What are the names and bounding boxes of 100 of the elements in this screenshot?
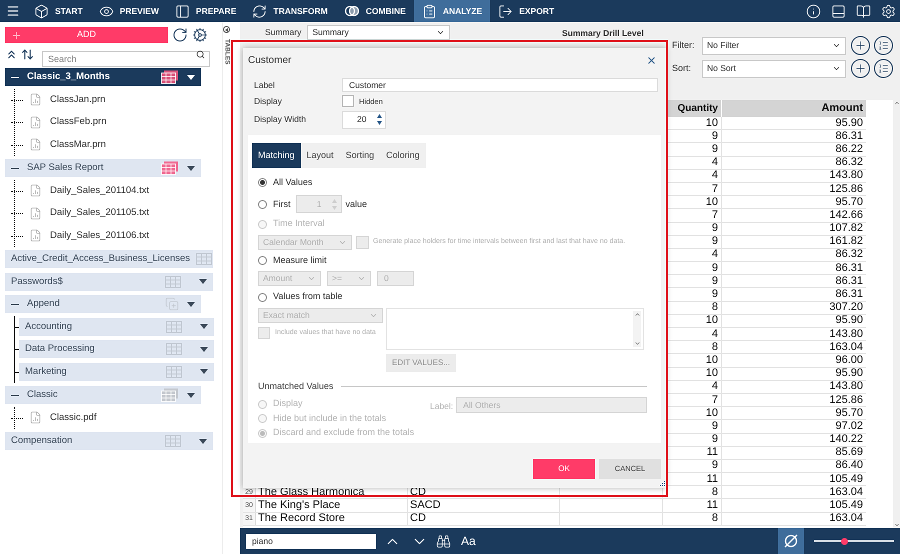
search-field[interactable]: Search <box>42 51 210 67</box>
dropdown-caret-icon[interactable] <box>200 346 208 352</box>
refresh-icon[interactable] <box>172 27 188 43</box>
table-grid-icon <box>196 253 212 266</box>
info-panel-icon[interactable] <box>806 4 821 18</box>
table-grid-icon <box>165 435 181 448</box>
table-item[interactable]: Active_Credit_Access_Business_Licenses <box>5 250 213 268</box>
scrollbar[interactable] <box>633 310 641 347</box>
file-item[interactable]: ClassMar.prn <box>50 138 106 152</box>
table-grid-icon <box>166 366 182 378</box>
table-cell: 8 <box>712 302 718 314</box>
tab[interactable]: Coloring <box>380 142 426 168</box>
table-item[interactable]: Accounting <box>19 318 214 336</box>
settings-icon[interactable] <box>881 4 896 18</box>
close-icon[interactable] <box>646 54 657 66</box>
table-cell: 163.04 <box>829 342 863 353</box>
chevron-down-icon <box>436 28 446 37</box>
dropdown-caret-icon[interactable] <box>187 392 195 398</box>
scroll-down-icon <box>634 340 640 347</box>
table-cell: 107.82 <box>829 223 863 234</box>
file-item[interactable]: ClassFeb.prn <box>50 115 106 130</box>
chevron-down-icon <box>832 64 841 73</box>
table-group-item[interactable]: SAP Sales Report <box>5 159 201 178</box>
radio-button[interactable] <box>258 292 267 302</box>
dropdown-caret-icon[interactable] <box>199 438 207 444</box>
collapse-panel-icon[interactable] <box>223 26 230 33</box>
nav-tab[interactable]: ANALYZE <box>414 0 490 22</box>
nav-tab[interactable]: EXPORT <box>490 0 562 22</box>
table-item[interactable]: Data Processing <box>19 340 214 358</box>
number-spinner[interactable]: 20 <box>342 110 386 129</box>
window-icon[interactable] <box>831 4 846 18</box>
table-cell: 4 <box>712 170 718 182</box>
tab[interactable]: Layout <box>300 142 340 168</box>
file-icon <box>29 137 42 152</box>
column-header[interactable]: Amount <box>722 100 866 117</box>
book-icon[interactable] <box>856 4 871 18</box>
binoculars-icon[interactable] <box>436 534 451 548</box>
summary-label: Summary <box>265 26 302 39</box>
table-item[interactable]: Marketing <box>19 362 214 381</box>
cube-icon <box>34 4 49 18</box>
nav-tab[interactable]: PREVIEW <box>90 0 167 22</box>
nav-tab[interactable]: TRANSFORM <box>244 0 336 22</box>
tab[interactable]: Sorting <box>340 142 380 168</box>
table-cell: 95.90 <box>835 315 863 326</box>
null-toggle[interactable] <box>778 528 804 554</box>
radio-button[interactable] <box>258 178 267 187</box>
table-cell: 11 <box>706 500 718 512</box>
table-group-item[interactable]: Classic_3_Months <box>5 68 201 86</box>
sort-select[interactable]: No Sort <box>702 60 846 78</box>
radio-button[interactable] <box>258 256 267 265</box>
table-cell: 163.04 <box>829 513 863 524</box>
resize-grip-icon[interactable] <box>659 481 665 487</box>
table-grid-icon <box>166 320 182 333</box>
empty-set-icon <box>783 533 799 549</box>
summary-select[interactable]: Summary <box>307 25 450 40</box>
nav-tab[interactable]: PREPARE <box>166 0 244 22</box>
table-cell: 161.82 <box>829 236 863 248</box>
table-group-item[interactable]: Append <box>5 295 201 314</box>
dropdown-caret-icon[interactable] <box>199 279 207 284</box>
table-cell: 125.86 <box>829 184 863 195</box>
slider-thumb[interactable] <box>840 538 848 544</box>
nav-tab[interactable]: COMBINE <box>336 0 414 22</box>
table-cell: 8 <box>712 486 718 498</box>
dropdown-caret-icon[interactable] <box>187 166 195 171</box>
dropdown-caret-icon[interactable] <box>187 302 195 307</box>
vertical-scrollbar[interactable] <box>893 100 900 528</box>
table-cell: 105.49 <box>829 500 863 512</box>
match-case-button[interactable]: Aa <box>461 532 476 550</box>
file-item[interactable]: Daily_Sales_201106.txt <box>50 228 150 243</box>
file-item[interactable]: ClassJan.prn <box>50 92 106 107</box>
label-input-field[interactable]: Customer <box>342 78 658 92</box>
tab[interactable]: Matching <box>252 142 301 168</box>
file-item[interactable]: Daily_Sales_201104.txt <box>50 184 150 198</box>
section-title: Unmatched Values <box>258 380 334 393</box>
table-cell: 140.22 <box>829 434 863 446</box>
chevron-down-icon <box>832 41 841 50</box>
dropdown-caret-icon[interactable] <box>200 369 208 374</box>
table-item[interactable]: Passwords$ <box>5 272 213 291</box>
checkbox[interactable] <box>342 95 354 108</box>
dropdown-caret-icon[interactable] <box>200 324 208 330</box>
table-cell: 9 <box>712 276 718 287</box>
table-cell: 95.70 <box>835 196 863 208</box>
nav-tab[interactable]: START <box>26 0 91 22</box>
radio-button[interactable] <box>258 200 267 209</box>
table-cell: 95.90 <box>835 368 863 380</box>
dropdown-caret-icon[interactable] <box>187 74 195 80</box>
sort-icon[interactable] <box>21 48 34 60</box>
menu-icon[interactable] <box>6 4 20 18</box>
filter-select[interactable]: No Filter <box>702 36 846 54</box>
find-input-field[interactable]: piano <box>246 534 376 548</box>
table-cell: 142.66 <box>829 210 863 221</box>
checkbox[interactable] <box>258 326 270 339</box>
file-item[interactable]: Classic.pdf <box>50 410 96 425</box>
table-cell: 86.31 <box>835 276 863 287</box>
table-group-item[interactable]: Classic <box>5 386 201 404</box>
radio-label: Hide but include in the totals <box>273 412 386 425</box>
zoom-slider[interactable] <box>814 537 894 545</box>
table-item[interactable]: Compensation <box>5 432 213 450</box>
file-item[interactable]: Daily_Sales_201105.txt <box>50 206 150 220</box>
table-cell: 86.31 <box>835 289 863 300</box>
